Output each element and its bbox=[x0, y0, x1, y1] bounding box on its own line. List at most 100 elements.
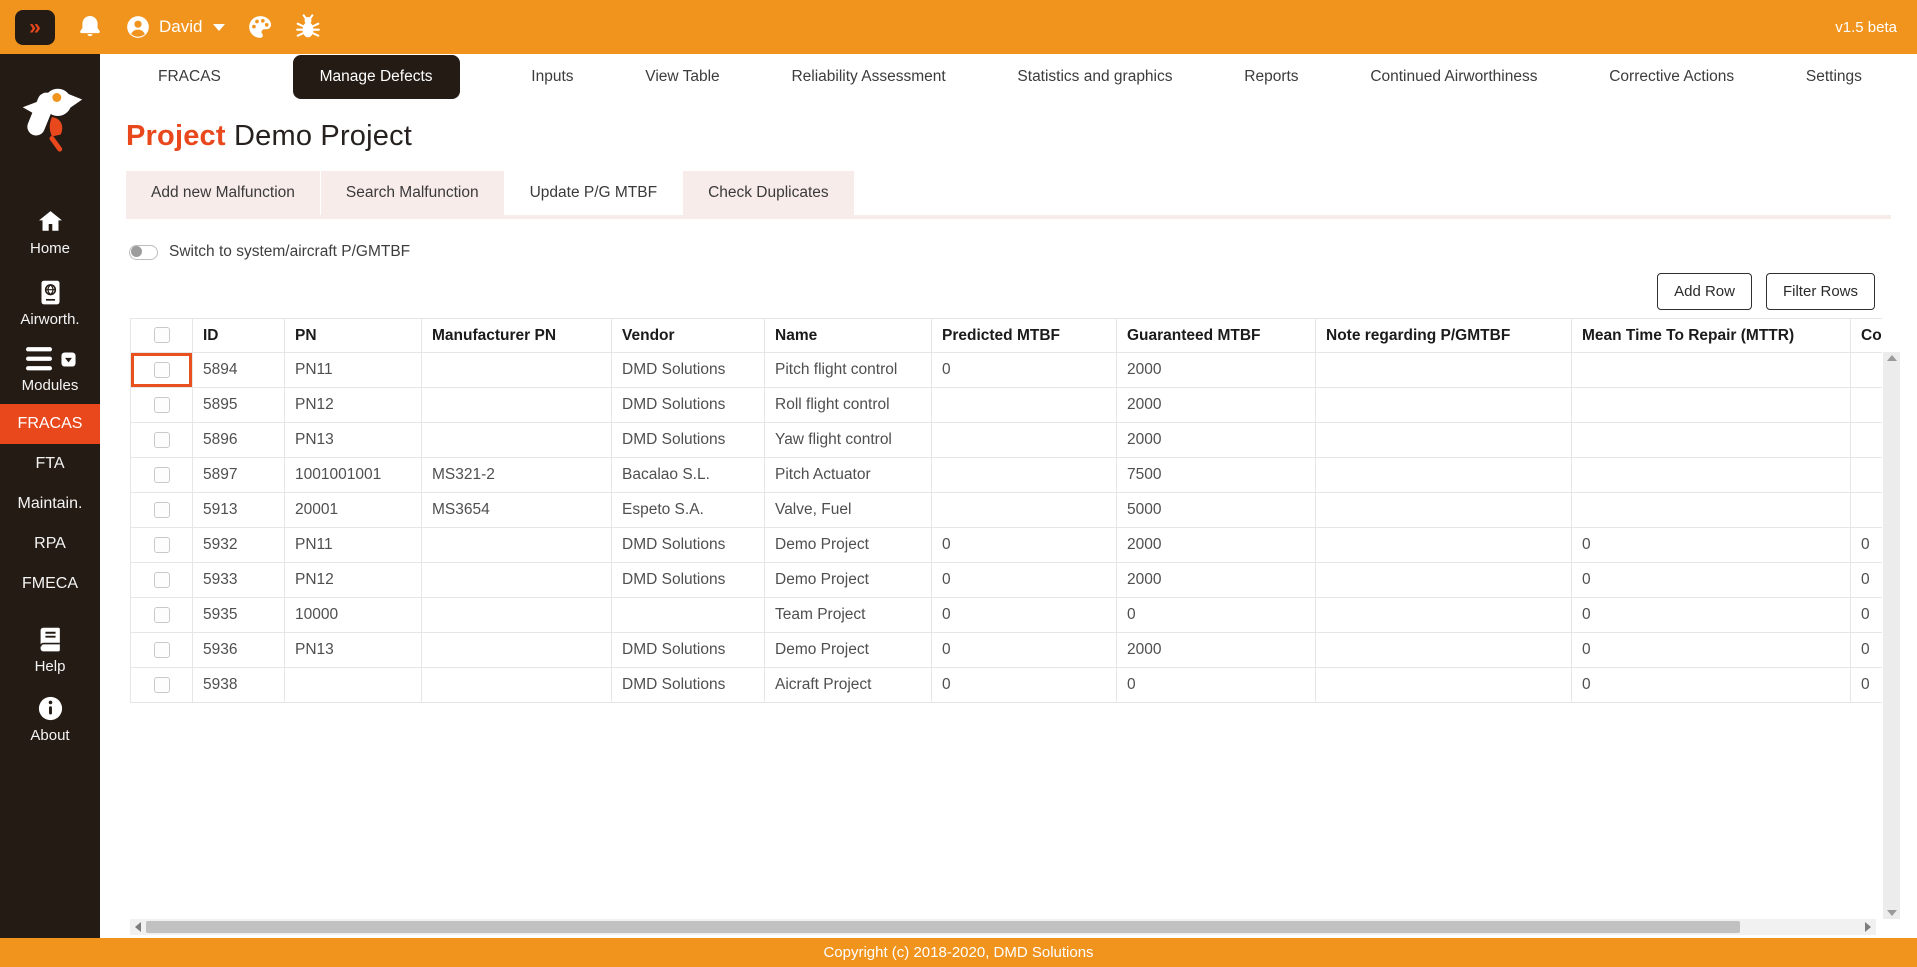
nav-item-manage-defects[interactable]: Manage Defects bbox=[293, 55, 460, 99]
table-cell[interactable]: 2000 bbox=[1117, 423, 1316, 458]
table-cell[interactable] bbox=[1316, 423, 1572, 458]
row-checkbox[interactable] bbox=[154, 572, 170, 588]
table-cell[interactable]: 0 bbox=[932, 353, 1117, 388]
table-cell[interactable]: 5000 bbox=[1117, 493, 1316, 528]
table-cell[interactable]: 0 bbox=[1851, 633, 1883, 668]
table-cell[interactable]: 0 bbox=[1851, 598, 1883, 633]
table-cell[interactable] bbox=[1316, 353, 1572, 388]
row-checkbox[interactable] bbox=[154, 607, 170, 623]
table-cell[interactable] bbox=[1316, 633, 1572, 668]
table-cell[interactable]: 0 bbox=[1851, 563, 1883, 598]
table-cell[interactable] bbox=[1851, 493, 1883, 528]
table-cell[interactable]: 0 bbox=[1572, 563, 1851, 598]
nav-item-view-table[interactable]: View Table bbox=[645, 68, 719, 86]
table-cell[interactable]: PN12 bbox=[285, 388, 422, 423]
table-cell[interactable]: Demo Project bbox=[765, 528, 932, 563]
scroll-right-arrow-icon[interactable] bbox=[1865, 922, 1871, 932]
table-cell[interactable] bbox=[1572, 423, 1851, 458]
table-cell[interactable]: 0 bbox=[932, 598, 1117, 633]
table-cell[interactable]: 2000 bbox=[1117, 353, 1316, 388]
table-cell[interactable] bbox=[422, 528, 612, 563]
tab-search-malfunction[interactable]: Search Malfunction bbox=[321, 171, 504, 215]
table-cell[interactable]: 0 bbox=[932, 528, 1117, 563]
table-cell[interactable] bbox=[422, 423, 612, 458]
table-cell[interactable] bbox=[1572, 353, 1851, 388]
table-cell[interactable]: 2000 bbox=[1117, 563, 1316, 598]
table-cell[interactable] bbox=[1316, 493, 1572, 528]
table-cell[interactable] bbox=[932, 458, 1117, 493]
table-cell[interactable]: 5932 bbox=[193, 528, 285, 563]
table-cell[interactable]: 5936 bbox=[193, 633, 285, 668]
sidebar-item-help[interactable]: Help bbox=[0, 626, 100, 675]
row-select-cell[interactable] bbox=[131, 458, 193, 493]
table-cell[interactable]: DMD Solutions bbox=[612, 633, 765, 668]
row-checkbox[interactable] bbox=[154, 467, 170, 483]
sidebar-module-maintain[interactable]: Maintain. bbox=[0, 484, 100, 524]
table-cell[interactable] bbox=[612, 598, 765, 633]
row-checkbox[interactable] bbox=[154, 397, 170, 413]
table-cell[interactable]: 5913 bbox=[193, 493, 285, 528]
row-select-cell[interactable] bbox=[131, 353, 193, 388]
table-cell[interactable] bbox=[1572, 388, 1851, 423]
table-cell[interactable] bbox=[1572, 493, 1851, 528]
table-cell[interactable] bbox=[1572, 458, 1851, 493]
filter-rows-button[interactable]: Filter Rows bbox=[1766, 273, 1875, 310]
table-cell[interactable]: 5938 bbox=[193, 668, 285, 703]
table-cell[interactable]: Roll flight control bbox=[765, 388, 932, 423]
select-all-checkbox[interactable] bbox=[154, 327, 170, 343]
table-cell[interactable] bbox=[422, 388, 612, 423]
sidebar-module-fmeca[interactable]: FMECA bbox=[0, 564, 100, 604]
table-cell[interactable]: Espeto S.A. bbox=[612, 493, 765, 528]
sidebar-item-modules[interactable]: Modules bbox=[0, 346, 100, 394]
tab-add-new-malfunction[interactable]: Add new Malfunction bbox=[126, 171, 320, 215]
scroll-down-arrow-icon[interactable] bbox=[1887, 910, 1897, 916]
table-cell[interactable]: 0 bbox=[932, 668, 1117, 703]
table-cell[interactable]: 5935 bbox=[193, 598, 285, 633]
table-cell[interactable]: 2000 bbox=[1117, 388, 1316, 423]
nav-item-statistics-and-graphics[interactable]: Statistics and graphics bbox=[1017, 68, 1172, 86]
table-cell[interactable] bbox=[1316, 388, 1572, 423]
nav-item-fracas[interactable]: FRACAS bbox=[158, 68, 221, 86]
row-select-cell[interactable] bbox=[131, 633, 193, 668]
nav-item-continued-airworthiness[interactable]: Continued Airworthiness bbox=[1370, 68, 1537, 86]
user-menu[interactable]: David bbox=[125, 14, 225, 40]
table-cell[interactable]: Demo Project bbox=[765, 563, 932, 598]
table-cell[interactable]: PN11 bbox=[285, 528, 422, 563]
table-cell[interactable]: 2000 bbox=[1117, 528, 1316, 563]
row-select-cell[interactable] bbox=[131, 493, 193, 528]
table-cell[interactable] bbox=[1316, 458, 1572, 493]
table-cell[interactable] bbox=[932, 423, 1117, 458]
table-cell[interactable]: Team Project bbox=[765, 598, 932, 633]
row-checkbox[interactable] bbox=[154, 432, 170, 448]
table-cell[interactable]: 5933 bbox=[193, 563, 285, 598]
tab-update-p-g-mtbf[interactable]: Update P/G MTBF bbox=[505, 171, 682, 215]
table-cell[interactable] bbox=[1316, 528, 1572, 563]
table-cell[interactable]: 5897 bbox=[193, 458, 285, 493]
table-cell[interactable]: Valve, Fuel bbox=[765, 493, 932, 528]
table-cell[interactable]: 0 bbox=[932, 563, 1117, 598]
table-cell[interactable] bbox=[422, 598, 612, 633]
row-select-cell[interactable] bbox=[131, 388, 193, 423]
table-cell[interactable]: MS321-2 bbox=[422, 458, 612, 493]
row-checkbox[interactable] bbox=[154, 362, 170, 378]
sidebar-module-fta[interactable]: FTA bbox=[0, 444, 100, 484]
table-cell[interactable]: Aicraft Project bbox=[765, 668, 932, 703]
sidebar-item-about[interactable]: About bbox=[0, 695, 100, 744]
theme-palette-icon[interactable] bbox=[247, 14, 273, 40]
horizontal-scrollbar[interactable] bbox=[130, 919, 1876, 935]
table-cell[interactable]: 5894 bbox=[193, 353, 285, 388]
table-cell[interactable] bbox=[1316, 598, 1572, 633]
table-cell[interactable]: 0 bbox=[1572, 668, 1851, 703]
table-cell[interactable] bbox=[285, 668, 422, 703]
table-cell[interactable] bbox=[422, 633, 612, 668]
table-cell[interactable]: DMD Solutions bbox=[612, 668, 765, 703]
table-cell[interactable]: 2000 bbox=[1117, 633, 1316, 668]
sidebar-module-rpa[interactable]: RPA bbox=[0, 524, 100, 564]
table-cell[interactable]: 1001001001 bbox=[285, 458, 422, 493]
tab-check-duplicates[interactable]: Check Duplicates bbox=[683, 171, 854, 215]
table-cell[interactable] bbox=[932, 388, 1117, 423]
system-aircraft-toggle[interactable] bbox=[129, 245, 158, 260]
row-select-cell[interactable] bbox=[131, 598, 193, 633]
row-select-cell[interactable] bbox=[131, 528, 193, 563]
debug-bug-icon[interactable] bbox=[295, 14, 321, 40]
